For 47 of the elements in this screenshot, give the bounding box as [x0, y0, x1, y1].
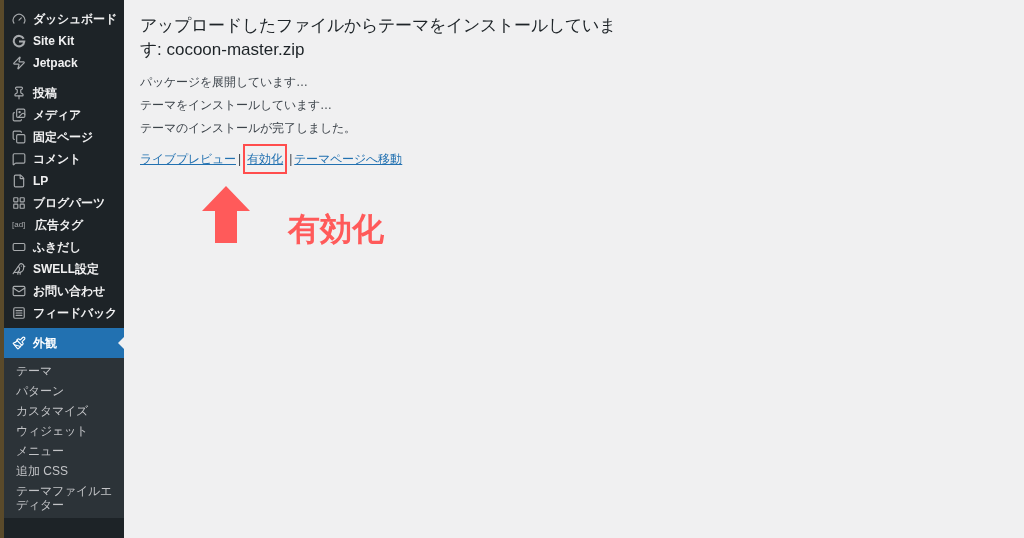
separator: | — [289, 151, 293, 168]
images-icon — [12, 108, 26, 122]
menu-item[interactable]: フィードバック — [4, 302, 124, 324]
menu-item[interactable]: コメント — [4, 148, 124, 170]
grid-icon — [12, 196, 26, 210]
ad-label-icon: [ad] — [12, 219, 28, 231]
action-link[interactable]: ライブプレビュー — [140, 150, 236, 168]
submenu-item[interactable]: テーマ — [4, 361, 124, 381]
page-title: アップロードしたファイルからテーマをインストールしています: cocoon-master.zip — [140, 15, 617, 61]
form-icon — [12, 306, 26, 320]
active-pointer-icon — [118, 337, 124, 349]
menu-item[interactable]: SWELL設定 — [4, 258, 124, 280]
action-link[interactable]: テーマページへ移動 — [294, 150, 403, 168]
menu-item[interactable]: ダッシュボード — [4, 8, 124, 30]
activate-link[interactable]: 有効化 — [247, 152, 284, 166]
menu-item[interactable]: 投稿 — [4, 82, 124, 104]
gauge-icon — [12, 12, 26, 26]
menu-item[interactable]: Site Kit — [4, 30, 124, 52]
menu-item[interactable]: LP — [4, 170, 124, 192]
annotation-label: 有効化 — [288, 211, 384, 247]
lightning-icon — [12, 56, 26, 70]
status-message: テーマをインストールしています… — [140, 99, 333, 112]
menu-item[interactable]: 外観 — [4, 328, 124, 358]
separator: | — [238, 151, 242, 168]
pages-icon — [12, 130, 26, 144]
menu-item[interactable]: ブログパーツ — [4, 192, 124, 214]
submenu-item[interactable]: 追加 CSS — [4, 461, 124, 481]
menu-item[interactable]: 固定ページ — [4, 126, 124, 148]
menu-item[interactable]: ふきだし — [4, 236, 124, 258]
menu-item[interactable]: Jetpack — [4, 52, 124, 74]
letter-g-icon — [12, 34, 26, 48]
file-icon — [12, 174, 26, 188]
status-message: パッケージを展開しています… — [140, 76, 309, 89]
menu-item[interactable]: お問い合わせ — [4, 280, 124, 302]
envelope-icon — [12, 284, 26, 298]
up-arrow-icon — [202, 186, 250, 243]
speech-bubble-icon — [12, 152, 26, 166]
menu-item[interactable]: メディア — [4, 104, 124, 126]
bird-icon — [12, 262, 26, 276]
submenu-item[interactable]: テーマファイルエディター — [4, 481, 124, 515]
rectangle-icon — [12, 240, 26, 254]
submenu-item[interactable]: カスタマイズ — [4, 401, 124, 421]
submenu-item[interactable]: ウィジェット — [4, 421, 124, 441]
status-message: テーマのインストールが完了しました。 — [140, 122, 357, 135]
submenu-item[interactable]: メニュー — [4, 441, 124, 461]
menu-item[interactable]: [ad] 広告タグ — [4, 214, 124, 236]
submenu-item[interactable]: パターン — [4, 381, 124, 401]
